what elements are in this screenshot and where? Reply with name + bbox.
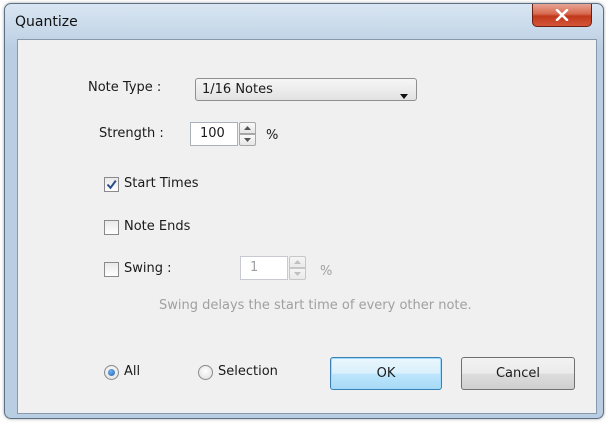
strength-value: 100 (200, 126, 225, 141)
swing-spinner[interactable] (289, 256, 306, 280)
note-type-label: Note Type : (88, 80, 162, 95)
start-times-label: Start Times (124, 176, 199, 191)
swing-label: Swing : (124, 261, 172, 276)
close-button[interactable] (532, 4, 592, 27)
cancel-button[interactable]: Cancel (461, 357, 575, 390)
strength-input[interactable]: 100 (190, 122, 238, 146)
all-radio-label: All (124, 364, 141, 379)
swing-up-button[interactable] (289, 256, 306, 268)
note-ends-checkbox[interactable] (104, 220, 119, 235)
strength-up-button[interactable] (239, 122, 256, 134)
note-type-value: 1/16 Notes (202, 82, 273, 97)
dialog-title: Quantize (15, 14, 78, 30)
strength-down-button[interactable] (239, 134, 256, 146)
all-radio[interactable] (104, 365, 119, 380)
start-times-checkbox[interactable] (104, 177, 119, 192)
swing-value: 1 (250, 260, 259, 275)
strength-label: Strength : (99, 126, 164, 141)
strength-unit: % (266, 128, 279, 143)
note-type-dropdown[interactable]: 1/16 Notes (195, 78, 417, 101)
spin-down-icon (244, 138, 251, 142)
checkmark-icon (106, 180, 117, 190)
swing-checkbox[interactable] (104, 262, 119, 277)
spin-up-icon (294, 260, 301, 264)
swing-hint: Swing delays the start time of every oth… (159, 298, 472, 313)
swing-unit: % (320, 264, 333, 279)
radio-selected-dot (108, 369, 115, 376)
dropdown-arrow-icon (400, 88, 408, 103)
swing-down-button[interactable] (289, 268, 306, 280)
selection-radio-label: Selection (218, 364, 278, 379)
spin-up-icon (244, 126, 251, 130)
quantize-dialog: Quantize Note Type : 1/16 Notes Strength… (4, 3, 604, 419)
ok-button[interactable]: OK (330, 357, 442, 390)
spin-down-icon (294, 272, 301, 276)
strength-spinner[interactable] (239, 122, 256, 146)
dialog-body: Note Type : 1/16 Notes Strength : 100 % … (17, 39, 597, 414)
swing-input[interactable]: 1 (240, 256, 288, 280)
note-ends-label: Note Ends (124, 219, 191, 234)
selection-radio[interactable] (198, 365, 213, 380)
close-icon (555, 9, 569, 21)
